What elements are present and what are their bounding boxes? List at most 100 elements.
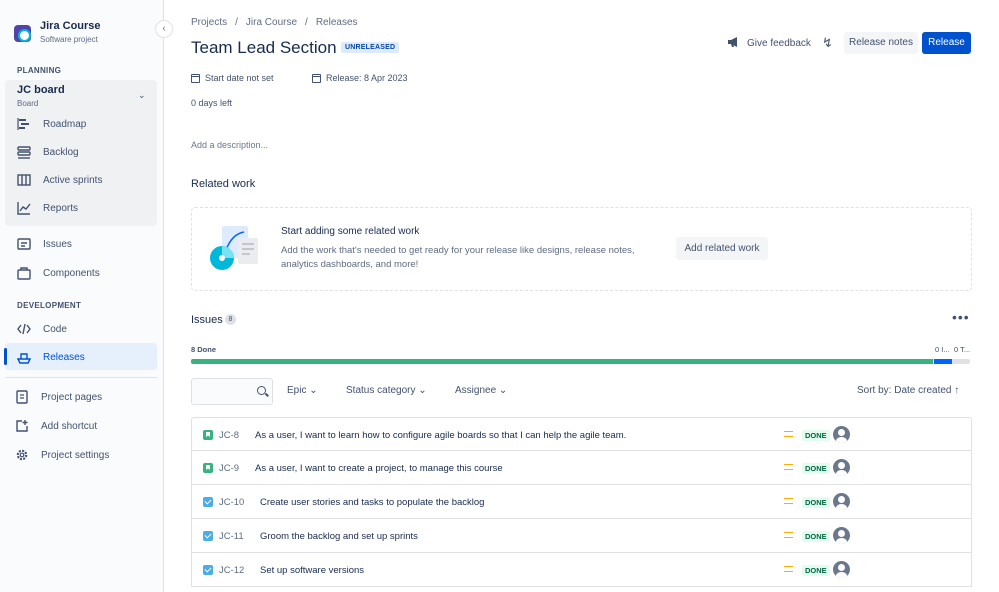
sidebar-item-reports[interactable]: Reports [17, 201, 78, 215]
priority-medium-icon [784, 532, 793, 538]
sidebar-item-label: Releases [43, 351, 85, 363]
calendar-icon [312, 73, 321, 83]
table-row[interactable]: JC-9 As a user, I want to create a proje… [191, 451, 972, 485]
status-badge: DONE [802, 463, 830, 474]
related-work-illustration-icon [210, 226, 258, 270]
sidebar-item-label: Project pages [41, 391, 103, 403]
chevron-down-icon: ⌄ [498, 385, 508, 396]
sidebar-item-label: Active sprints [43, 174, 103, 186]
release-date-label: Release: 8 Apr 2023 [326, 73, 408, 83]
code-icon [17, 322, 31, 336]
priority-medium-icon [784, 464, 793, 470]
active-nav-indicator [4, 348, 7, 365]
status-category-label: Status category [346, 385, 416, 396]
progress-todo-label: 0 T... [954, 345, 971, 354]
priority-medium-icon [784, 431, 793, 437]
development-section-label: DEVELOPMENT [17, 301, 82, 310]
board-name[interactable]: JC board [17, 84, 65, 96]
sort-button[interactable]: Sort by: Date created ↑ [857, 385, 959, 396]
progress-done-text: 8 Done [191, 345, 217, 354]
sidebar-item-project-settings[interactable]: Project settings [15, 448, 109, 462]
task-icon [203, 531, 213, 541]
issue-summary[interactable]: As a user, I want to create a project, t… [255, 463, 503, 474]
avatar[interactable] [833, 459, 850, 476]
sidebar-item-project-pages[interactable]: Project pages [15, 390, 102, 404]
related-work-empty-state: Start adding some related work Add the w… [191, 207, 972, 291]
avatar[interactable] [833, 527, 850, 544]
give-feedback-label: Give feedback [747, 38, 811, 49]
give-feedback-button[interactable]: Give feedback [727, 36, 811, 51]
sidebar-item-label: Reports [43, 202, 79, 214]
sidebar-item-label: Add shortcut [41, 420, 98, 432]
add-shortcut-icon [15, 419, 29, 433]
issue-key[interactable]: JC-9 [219, 463, 239, 474]
issue-summary[interactable]: Groom the backlog and set up sprints [260, 531, 418, 542]
roadmap-icon [17, 117, 31, 131]
chevron-down-icon[interactable]: ⌄ [138, 90, 146, 101]
task-icon [203, 497, 213, 507]
release-date[interactable]: Release: 8 Apr 2023 [312, 73, 408, 83]
epic-filter[interactable]: Epic ⌄ [287, 385, 318, 396]
sidebar-item-issues[interactable]: Issues [17, 237, 72, 251]
progress-bar [191, 359, 970, 364]
start-date[interactable]: Start date not set [191, 73, 274, 83]
board-sub: Board [17, 99, 39, 108]
breadcrumb-releases[interactable]: Releases [316, 17, 358, 28]
issue-key[interactable]: JC-12 [219, 565, 244, 576]
avatar[interactable] [833, 561, 850, 578]
description-field[interactable]: Add a description... [191, 140, 268, 150]
lightning-bolt-icon[interactable]: ↯ [822, 35, 833, 51]
table-row[interactable]: JC-8 As a user, I want to learn how to c… [191, 417, 972, 451]
project-avatar-icon [14, 25, 31, 42]
avatar[interactable] [833, 493, 850, 510]
calendar-icon [191, 73, 200, 83]
sidebar-item-backlog[interactable]: Backlog [17, 145, 79, 159]
sidebar-item-add-shortcut[interactable]: Add shortcut [15, 419, 97, 433]
add-related-work-button[interactable]: Add related work [676, 237, 768, 260]
sidebar-item-components[interactable]: Components [17, 266, 100, 280]
page-title[interactable]: Team Lead Section [191, 38, 337, 58]
avatar[interactable] [833, 426, 850, 443]
table-row[interactable]: JC-11 Groom the backlog and set up sprin… [191, 519, 972, 553]
breadcrumb-projects[interactable]: Projects [191, 17, 227, 28]
release-notes-button[interactable]: Release notes [844, 32, 918, 54]
issue-key[interactable]: JC-10 [219, 497, 244, 508]
sidebar-item-code[interactable]: Code [17, 322, 67, 336]
sidebar-item-releases[interactable]: Releases [16, 350, 85, 364]
page-icon [15, 390, 29, 404]
breadcrumb-project[interactable]: Jira Course [246, 17, 297, 28]
status-category-filter[interactable]: Status category ⌄ [346, 385, 427, 396]
assignee-filter[interactable]: Assignee ⌄ [455, 385, 507, 396]
arrow-up-icon: ↑ [954, 385, 960, 396]
sidebar-item-roadmap[interactable]: Roadmap [17, 117, 86, 131]
issue-summary[interactable]: Set up software versions [260, 565, 364, 576]
breadcrumb-separator: / [305, 17, 308, 28]
more-actions-icon[interactable]: ••• [952, 309, 970, 325]
project-type: Software project [40, 35, 98, 44]
issue-key[interactable]: JC-8 [219, 430, 239, 441]
columns-icon [17, 173, 31, 187]
status-badge: DONE [802, 531, 830, 542]
sidebar-item-label: Components [43, 267, 100, 279]
search-input[interactable] [191, 378, 273, 405]
sort-label: Sort by: Date created [857, 385, 952, 396]
table-row[interactable]: JC-10 Create user stories and tasks to p… [191, 485, 972, 519]
sidebar-item-active-sprints[interactable]: Active sprints [17, 173, 102, 187]
issue-summary[interactable]: Create user stories and tasks to populat… [260, 497, 484, 508]
table-row[interactable]: JC-12 Set up software versions DONE [191, 553, 972, 587]
sidebar-item-label: Code [43, 323, 67, 335]
progress-done-label: 8 Done [191, 345, 216, 354]
release-button[interactable]: Release [922, 32, 971, 54]
megaphone-icon [727, 36, 741, 51]
related-work-heading: Start adding some related work [281, 226, 420, 237]
issue-key[interactable]: JC-11 [219, 531, 244, 542]
planning-section-label: PLANNING [17, 66, 62, 75]
issues-count-badge: 8 [225, 314, 236, 325]
days-left: 0 days left [191, 98, 233, 108]
project-header[interactable]: Jira Course Software project [14, 20, 101, 44]
issue-summary[interactable]: As a user, I want to learn how to config… [255, 430, 626, 441]
sidebar-divider [5, 377, 157, 378]
search-icon [257, 386, 266, 395]
issues-icon [17, 237, 31, 251]
gear-icon [15, 448, 29, 462]
